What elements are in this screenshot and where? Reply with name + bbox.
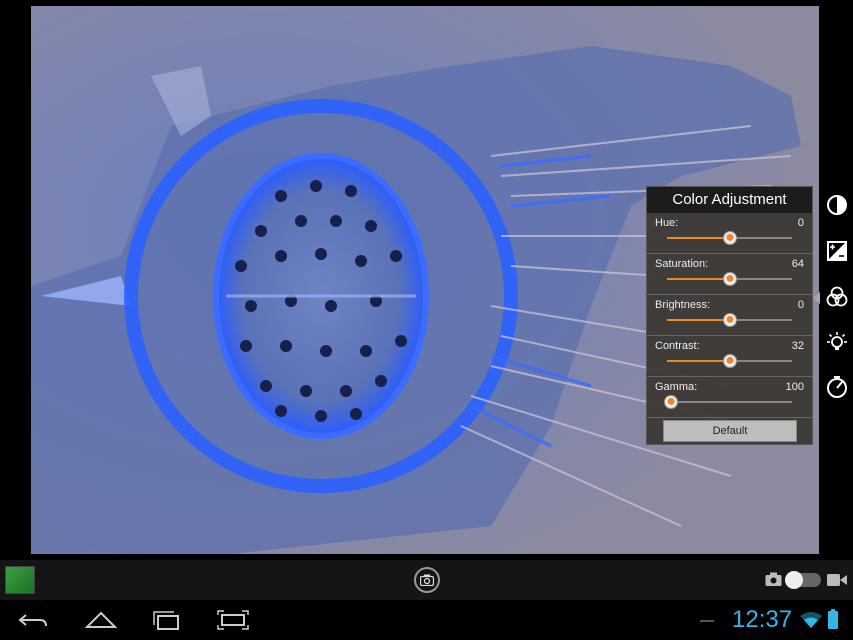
- saturation-row: Saturation: 64: [647, 254, 812, 295]
- brightness-row: Brightness: 0: [647, 295, 812, 336]
- contrast-slider[interactable]: [667, 354, 792, 368]
- camera-icon: [420, 574, 434, 586]
- contrast-slider-thumb[interactable]: [722, 354, 737, 368]
- contrast-row: Contrast: 32: [647, 336, 812, 377]
- hue-value: 0: [797, 217, 804, 229]
- video-mode-icon: [827, 574, 847, 586]
- saturation-slider-thumb[interactable]: [722, 272, 737, 286]
- timer-icon[interactable]: [824, 374, 850, 400]
- camera-action-bar: [0, 560, 853, 600]
- active-tool-pointer: [813, 292, 820, 304]
- saturation-value: 64: [791, 258, 804, 270]
- notification-indicator: [700, 620, 714, 622]
- camera-stage: Color Adjustment Hue: 0 Saturation: 64 B…: [0, 0, 853, 560]
- gamma-slider-thumb[interactable]: [664, 395, 678, 409]
- battery-icon: [828, 609, 838, 629]
- screenshot-icon[interactable]: [216, 609, 250, 631]
- mode-switch-thumb[interactable]: [785, 571, 803, 589]
- capture-button[interactable]: [414, 567, 440, 593]
- color-channels-icon[interactable]: [824, 284, 850, 310]
- gamma-value: 100: [785, 381, 804, 393]
- contrast-label: Contrast:: [655, 340, 700, 352]
- gamma-label: Gamma:: [655, 381, 698, 393]
- hue-slider-thumb[interactable]: [722, 231, 737, 245]
- exposure-icon[interactable]: [824, 238, 850, 264]
- system-navigation-bar: 12:37: [0, 600, 853, 640]
- home-icon[interactable]: [84, 609, 118, 631]
- default-button[interactable]: Default: [663, 420, 797, 442]
- tool-strip: [820, 186, 853, 406]
- hue-slider[interactable]: [667, 231, 792, 245]
- back-icon[interactable]: [16, 609, 50, 631]
- brightness-icon[interactable]: [824, 330, 850, 356]
- brightness-slider[interactable]: [667, 313, 792, 327]
- photo-video-toggle[interactable]: [765, 571, 847, 589]
- gamma-slider[interactable]: [664, 395, 792, 409]
- gamma-row: Gamma: 100: [647, 377, 812, 418]
- color-adjustment-panel: Color Adjustment Hue: 0 Saturation: 64 B…: [646, 186, 813, 445]
- gallery-thumbnail[interactable]: [5, 566, 35, 594]
- recent-apps-icon[interactable]: [150, 609, 184, 631]
- hue-label: Hue:: [655, 217, 679, 229]
- hue-row: Hue: 0: [647, 213, 812, 254]
- brightness-slider-thumb[interactable]: [722, 313, 737, 327]
- saturation-label: Saturation:: [655, 258, 709, 270]
- wifi-icon: [800, 612, 822, 628]
- contrast-value: 32: [791, 340, 804, 352]
- photo-mode-icon: [765, 572, 782, 586]
- panel-title: Color Adjustment: [647, 187, 812, 213]
- brightness-value: 0: [797, 299, 804, 311]
- brightness-label: Brightness:: [655, 299, 711, 311]
- mode-switch-track[interactable]: [785, 571, 821, 589]
- contrast-icon[interactable]: [824, 192, 850, 218]
- saturation-slider[interactable]: [667, 272, 792, 286]
- status-clock: 12:37: [732, 606, 793, 633]
